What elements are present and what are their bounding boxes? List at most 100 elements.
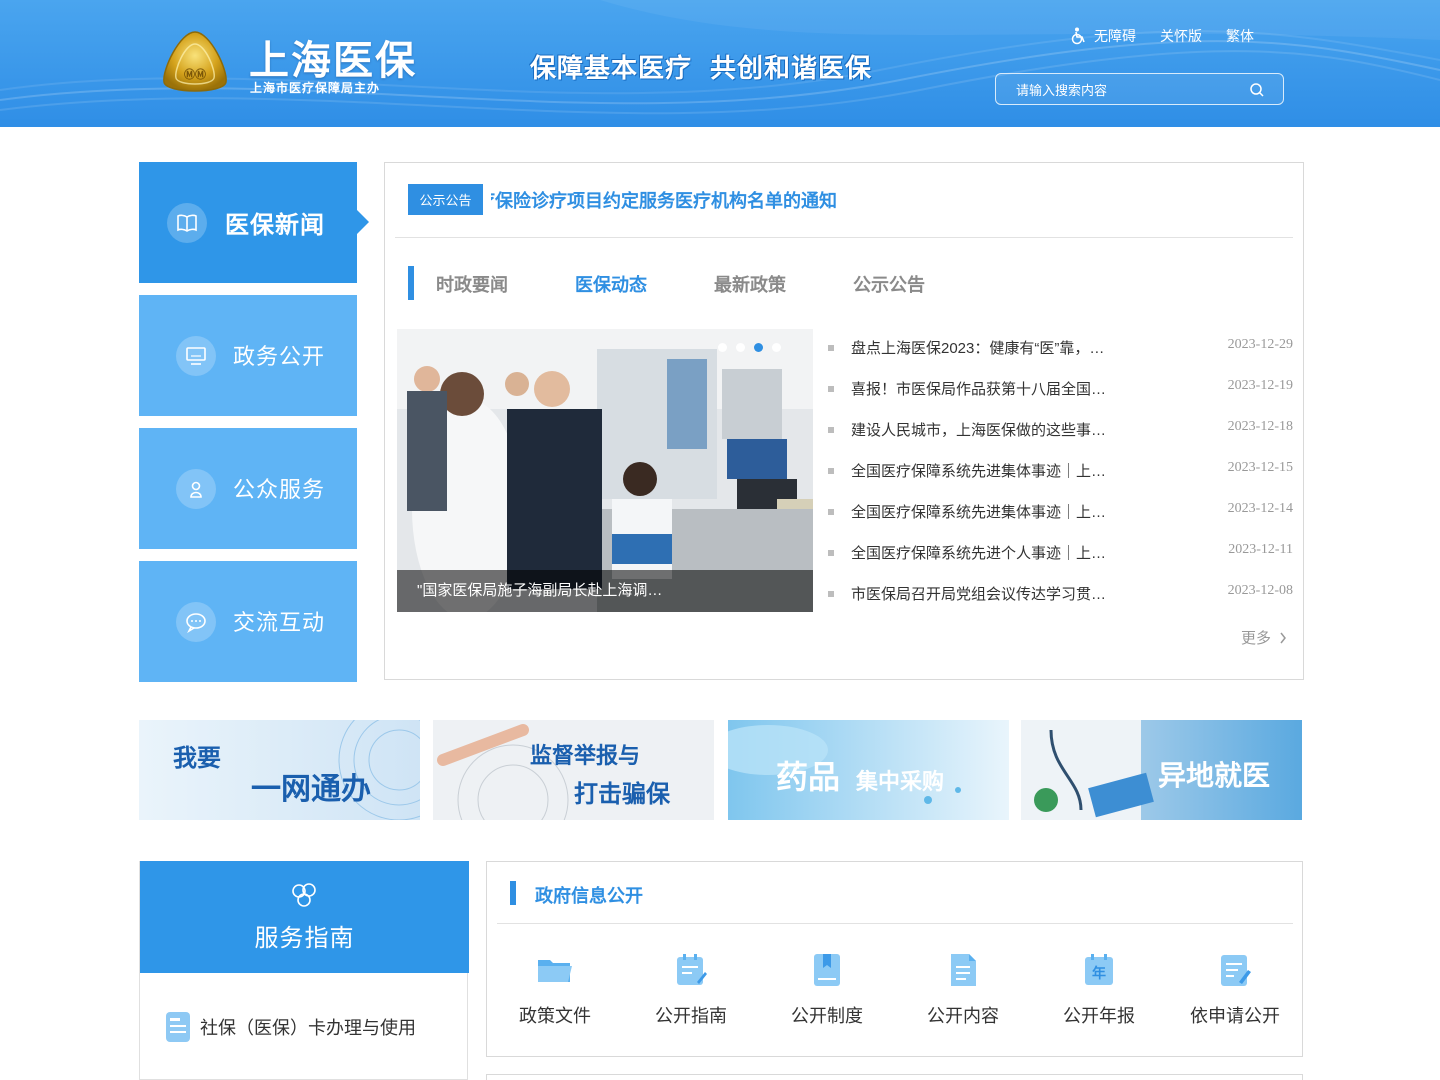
carousel-dots bbox=[718, 343, 781, 352]
year-glyph: 年 bbox=[1092, 965, 1106, 982]
monitor-icon bbox=[176, 336, 216, 376]
carousel-dot-active[interactable] bbox=[754, 343, 763, 352]
search-icon[interactable] bbox=[1249, 82, 1265, 98]
banner-remote-medical[interactable]: 异地就医 bbox=[1021, 720, 1302, 820]
person-icon bbox=[176, 469, 216, 509]
carousel-caption[interactable]: "国家医保局施子海副局长赴上海调… bbox=[397, 570, 813, 612]
banner-line-2: 集中采购 bbox=[856, 770, 945, 795]
search-input[interactable] bbox=[1016, 80, 1246, 100]
bookmark-icon bbox=[814, 954, 840, 986]
news-title[interactable]: 全国医疗保障系统先进集体事迹｜上… bbox=[851, 460, 1131, 481]
banner-line-2: 打击骗保 bbox=[574, 780, 670, 808]
sidebar-item-label: 政务公开 bbox=[233, 344, 326, 369]
banner-line-2: 一网通办 bbox=[251, 772, 371, 807]
gov-item-policy-docs[interactable]: 政策文件 bbox=[487, 950, 623, 1028]
news-date: 2023-12-11 bbox=[1228, 542, 1293, 557]
news-date: 2023-12-19 bbox=[1227, 378, 1293, 393]
card-icon bbox=[166, 1012, 190, 1042]
news-title[interactable]: 市医保局召开局党组会议传达学习贯… bbox=[851, 583, 1131, 604]
service-guide: 服务指南 社保（医保）卡办理与使用 bbox=[139, 861, 469, 1080]
gov-info-panel: 政府信息公开 政策文件 公开指南 公开制度 公开内容 年 公开年报 依申请公开 bbox=[486, 861, 1303, 1057]
banner-report-fraud[interactable]: 监督举报与 打击骗保 bbox=[433, 720, 714, 820]
gov-item-system[interactable]: 公开制度 bbox=[759, 950, 895, 1028]
banner-line-1: 我要 bbox=[173, 744, 221, 772]
sidebar-item-label: 医保新闻 bbox=[225, 212, 325, 239]
gov-item-guide[interactable]: 公开指南 bbox=[623, 950, 759, 1028]
site-title[interactable]: 上海医保 bbox=[249, 28, 417, 86]
book-icon bbox=[167, 203, 207, 243]
accessibility-label: 无障碍 bbox=[1094, 28, 1136, 44]
bullet bbox=[828, 427, 834, 433]
news-title[interactable]: 盘点上海医保2023：健康有“医”靠，… bbox=[851, 337, 1131, 358]
chevron-right-icon bbox=[1280, 632, 1286, 643]
tab-medical-insurance-updates[interactable]: 医保动态 bbox=[575, 271, 714, 297]
service-guide-title: 服务指南 bbox=[254, 925, 355, 952]
apply-edit-icon bbox=[1221, 955, 1251, 986]
gov-accent-bar bbox=[510, 881, 516, 905]
gov-item-label: 公开制度 bbox=[791, 1006, 863, 1026]
banner-one-network[interactable]: 我要 一网通办 bbox=[139, 720, 420, 820]
svg-text:ⓂⓂ: ⓂⓂ bbox=[184, 67, 206, 81]
accessibility-link[interactable]: 无障碍 bbox=[1070, 26, 1136, 46]
sidebar-item-public-service[interactable]: 公众服务 bbox=[139, 428, 357, 549]
bullet bbox=[828, 345, 834, 351]
guide-item-label: 社保（医保）卡办理与使用 bbox=[200, 1018, 416, 1038]
notice-tag: 公示公告 bbox=[408, 184, 483, 215]
service-guide-header[interactable]: 服务指南 bbox=[140, 861, 469, 973]
wheelchair-icon bbox=[1071, 27, 1085, 45]
news-date: 2023-12-29 bbox=[1227, 337, 1293, 352]
news-list: 盘点上海医保2023：健康有“医”靠，… 2023-12-29 喜报！市医保局作… bbox=[828, 337, 1293, 624]
more-label: 更多 bbox=[1240, 630, 1271, 647]
gov-item-label: 公开年报 bbox=[1063, 1006, 1135, 1026]
gov-item-apply[interactable]: 依申请公开 bbox=[1167, 950, 1303, 1028]
news-title[interactable]: 全国医疗保障系统先进个人事迹｜上… bbox=[851, 542, 1131, 563]
list-item[interactable]: 市医保局召开局党组会议传达学习贯… 2023-12-08 bbox=[828, 583, 1293, 624]
site-subtitle: 上海市医疗保障局主办 bbox=[250, 81, 381, 95]
gov-item-label: 公开指南 bbox=[655, 1006, 727, 1026]
sidebar-item-news[interactable]: 医保新闻 bbox=[139, 162, 369, 283]
list-item[interactable]: 建设人民城市，上海医保做的这些事… 2023-12-18 bbox=[828, 419, 1293, 460]
list-item[interactable]: 喜报！市医保局作品获第十八届全国… 2023-12-19 bbox=[828, 378, 1293, 419]
care-mode-label: 关怀版 bbox=[1160, 28, 1202, 44]
news-date: 2023-12-18 bbox=[1227, 419, 1293, 434]
bullet bbox=[828, 386, 834, 392]
news-panel: 公示公告 疗保险诊疗项目约定服务医疗机构名单的通知 时政要闻 医保动态 最新政策… bbox=[384, 162, 1304, 680]
care-mode-link[interactable]: 关怀版 bbox=[1160, 26, 1202, 46]
carousel-dot[interactable] bbox=[772, 343, 781, 352]
carousel-dot[interactable] bbox=[736, 343, 745, 352]
tab-latest-policy[interactable]: 最新政策 bbox=[714, 271, 853, 297]
folder-icon bbox=[538, 960, 572, 982]
news-date: 2023-12-15 bbox=[1227, 460, 1293, 475]
gov-item-annual-report[interactable]: 年 公开年报 bbox=[1031, 950, 1167, 1028]
tab-politics-news[interactable]: 时政要闻 bbox=[436, 271, 575, 297]
sidebar-item-gov-affairs[interactable]: 政务公开 bbox=[139, 295, 357, 416]
sidebar-item-interaction[interactable]: 交流互动 bbox=[139, 561, 357, 682]
gov-info-title[interactable]: 政府信息公开 bbox=[535, 882, 643, 908]
calendar-edit-icon bbox=[677, 954, 707, 985]
guide-item-social-card[interactable]: 社保（医保）卡办理与使用 bbox=[165, 1011, 416, 1043]
news-title[interactable]: 喜报！市医保局作品获第十八届全国… bbox=[851, 378, 1131, 399]
gov-info-items: 政策文件 公开指南 公开制度 公开内容 年 公开年报 依申请公开 bbox=[487, 950, 1304, 1028]
notice-marquee[interactable]: 疗保险诊疗项目约定服务医疗机构名单的通知 bbox=[491, 187, 1281, 213]
tab-announcements[interactable]: 公示公告 bbox=[853, 271, 992, 297]
top-links: 无障碍 关怀版 繁体 bbox=[1070, 26, 1254, 46]
divider bbox=[497, 923, 1293, 924]
emblem-logo[interactable]: ⓂⓂ bbox=[160, 30, 230, 96]
list-item[interactable]: 全国医疗保障系统先进集体事迹｜上… 2023-12-14 bbox=[828, 501, 1293, 542]
sidebar-item-label: 交流互动 bbox=[233, 610, 326, 635]
list-item[interactable]: 全国医疗保障系统先进个人事迹｜上… 2023-12-11 bbox=[828, 542, 1293, 583]
banner-drug-procurement[interactable]: 药品 集中采购 bbox=[728, 720, 1009, 820]
gov-item-content[interactable]: 公开内容 bbox=[895, 950, 1031, 1028]
news-carousel[interactable]: "国家医保局施子海副局长赴上海调… bbox=[397, 329, 813, 612]
more-link[interactable]: 更多 bbox=[1241, 627, 1287, 648]
list-item[interactable]: 盘点上海医保2023：健康有“医”靠，… 2023-12-29 bbox=[828, 337, 1293, 378]
search-box bbox=[995, 73, 1284, 105]
traditional-chinese-link[interactable]: 繁体 bbox=[1226, 26, 1254, 46]
bubbles-icon bbox=[292, 883, 316, 907]
traditional-label: 繁体 bbox=[1226, 28, 1254, 44]
list-item[interactable]: 全国医疗保障系统先进集体事迹｜上… 2023-12-15 bbox=[828, 460, 1293, 501]
news-title[interactable]: 全国医疗保障系统先进集体事迹｜上… bbox=[851, 501, 1131, 522]
document-icon bbox=[951, 954, 976, 986]
news-title[interactable]: 建设人民城市，上海医保做的这些事… bbox=[851, 419, 1131, 440]
carousel-dot[interactable] bbox=[718, 343, 727, 352]
